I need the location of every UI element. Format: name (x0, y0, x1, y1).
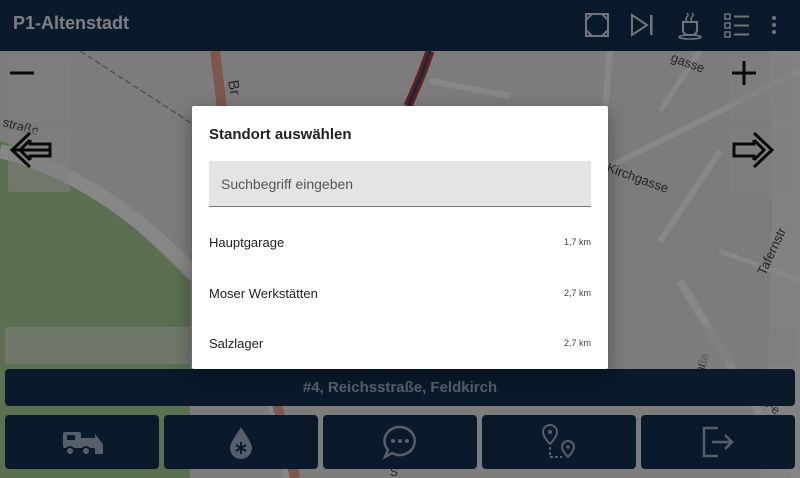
location-name: Salzlager (209, 336, 264, 351)
location-name: Moser Werkstätten (209, 286, 318, 301)
location-distance: 1,7 km (563, 237, 591, 247)
search-input[interactable] (209, 161, 591, 207)
location-distance: 2,7 km (563, 338, 591, 348)
list-item[interactable]: Salzlager 2,7 km (192, 319, 608, 369)
location-dialog: Standort auswählen Hauptgarage 1,7 km Mo… (192, 106, 608, 369)
list-item[interactable]: Moser Werkstätten 2,7 km (192, 269, 608, 319)
location-distance: 2,7 km (563, 288, 591, 298)
dialog-title: Standort auswählen (209, 126, 352, 143)
location-name: Hauptgarage (209, 235, 285, 250)
list-item[interactable]: Hauptgarage 1,7 km (192, 218, 608, 268)
